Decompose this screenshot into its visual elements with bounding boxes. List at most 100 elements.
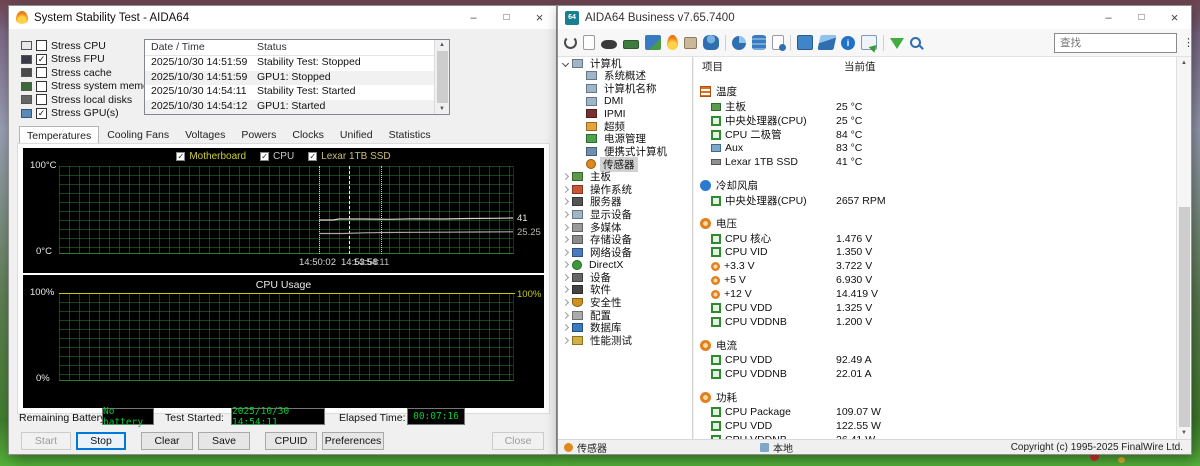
chevron-right-icon[interactable] [562,186,569,193]
chevron-right-icon[interactable] [562,337,569,344]
stability-test-icon[interactable] [667,35,678,50]
stress-gpu-checkbox[interactable] [36,108,47,119]
log-row[interactable]: 2025/10/30 14:51:59GPU1: Stopped [145,71,449,86]
report-icon[interactable] [583,35,595,50]
close-icon[interactable] [523,6,556,29]
window-export-icon[interactable] [797,35,813,50]
stress-cpu-checkbox[interactable] [36,40,47,51]
tree-item-sensors[interactable]: 传感器 [558,158,692,171]
chevron-right-icon[interactable] [562,324,569,331]
tree-item-config[interactable]: 配置 [558,309,692,322]
chevron-right-icon[interactable] [562,299,569,306]
software-icon [572,285,583,294]
chevron-down-icon[interactable] [562,60,569,67]
chevron-right-icon[interactable] [562,173,569,180]
fan-icon [700,180,711,191]
tree-item-dmi[interactable]: DMI [558,95,692,108]
chevron-right-icon[interactable] [562,261,569,268]
aida-window-title: AIDA64 Business v7.65.7400 [585,12,1092,24]
tree-item-benchmark[interactable]: 性能测试 [558,334,692,347]
cpuid-button[interactable]: CPUID [265,432,317,450]
chevron-right-icon[interactable] [562,312,569,319]
sensor-row: +5 V6.930 V [694,273,1177,287]
tree-item-network[interactable]: 网络设备 [558,246,692,259]
sensor-row: CPU VDDNB22.01 A [694,367,1177,381]
close-button[interactable]: Close [492,432,544,450]
log-row[interactable]: 2025/10/30 14:51:59Stability Test: Stopp… [145,56,449,71]
tree-item-devices[interactable]: 设备 [558,271,692,284]
preferences-button[interactable]: Preferences [322,432,384,450]
layers-icon[interactable] [817,35,836,50]
x-axis-label: 14:54:11 [353,257,389,268]
cache-icon [21,68,32,77]
chevron-right-icon[interactable] [562,236,569,243]
stop-button[interactable]: Stop [76,432,126,450]
remote-icon[interactable] [861,35,877,50]
stress-cpu-label: Stress CPU [51,40,106,52]
cpu-usage-plot-area [59,293,514,381]
clear-button[interactable]: Clear [141,432,193,450]
desktop: System Stability Test - AIDA64 Stress CP… [0,0,1200,466]
memory-icon[interactable] [623,40,639,49]
search-input[interactable] [1054,33,1177,53]
event-log-list[interactable]: Date / Time Status 2025/10/30 14:51:59St… [144,39,450,115]
chevron-right-icon[interactable] [562,274,569,281]
start-button[interactable]: Start [21,432,71,450]
chevron-right-icon[interactable] [562,286,569,293]
scroll-up-icon[interactable]: ▲ [1181,57,1187,68]
database-icon[interactable] [752,35,766,50]
log-row[interactable]: 2025/10/30 14:54:12GPU1: Started [145,100,449,115]
chevron-right-icon[interactable] [562,249,569,256]
tab-powers[interactable]: Powers [233,126,284,143]
tree-item-display[interactable]: 显示设备 [558,208,692,221]
scroll-thumb[interactable] [1179,207,1190,427]
sst-titlebar[interactable]: System Stability Test - AIDA64 [9,6,556,29]
info-icon[interactable]: i [841,36,855,50]
close-icon[interactable] [1158,6,1191,29]
stress-cache-checkbox[interactable] [36,67,47,78]
chevron-right-icon[interactable] [562,198,569,205]
stress-disks-checkbox[interactable] [36,94,47,105]
update-icon[interactable] [890,38,904,49]
user-icon[interactable] [703,35,719,50]
tree-item-os[interactable]: 操作系统 [558,183,692,196]
video-icon[interactable] [601,40,617,49]
gpu-icon[interactable] [645,35,661,50]
tab-statistics[interactable]: Statistics [381,126,439,143]
log-row[interactable]: 2025/10/30 14:54:11Stability Test: Start… [145,85,449,100]
pie-chart-icon[interactable] [732,36,746,50]
hardware-icon[interactable] [684,37,697,49]
content-scrollbar[interactable]: ▲ ▼ [1176,57,1191,439]
minimize-icon[interactable] [457,6,490,29]
tree-item-software[interactable]: 软件 [558,284,692,297]
chevron-right-icon[interactable] [562,211,569,218]
scroll-up-icon[interactable]: ▲ [439,40,445,50]
refresh-icon[interactable] [564,36,577,49]
stress-memory-checkbox[interactable] [36,81,47,92]
log-scrollbar[interactable]: ▲ ▼ [434,40,449,114]
stress-fpu-checkbox[interactable] [36,54,47,65]
tab-unified[interactable]: Unified [332,126,381,143]
report-clock-icon[interactable] [772,35,784,50]
scroll-thumb[interactable] [437,51,448,103]
chevron-right-icon[interactable] [562,223,569,230]
maximize-icon[interactable] [1125,6,1158,29]
computer-name-icon [586,84,597,93]
tab-clocks[interactable]: Clocks [284,126,332,143]
tab-temperatures[interactable]: Temperatures [19,126,99,144]
search-icon[interactable] [910,37,921,48]
scroll-down-icon[interactable]: ▼ [439,104,445,114]
config-icon [572,311,583,320]
scroll-down-icon[interactable]: ▼ [1181,428,1187,438]
aida-titlebar[interactable]: 64 AIDA64 Business v7.65.7400 [558,6,1191,29]
tree-item-security[interactable]: 安全性 [558,296,692,309]
tab-voltages[interactable]: Voltages [177,126,233,143]
dmi-icon [586,97,597,106]
tree-item-directx[interactable]: DirectX [558,259,692,272]
maximize-icon[interactable] [490,6,523,29]
minimize-icon[interactable] [1092,6,1125,29]
save-button[interactable]: Save [198,432,250,450]
tree-item-computer-name[interactable]: 计算机名称 [558,82,692,95]
tab-cooling-fans[interactable]: Cooling Fans [99,126,177,143]
more-menu-icon[interactable]: ⋮ [1183,36,1194,49]
